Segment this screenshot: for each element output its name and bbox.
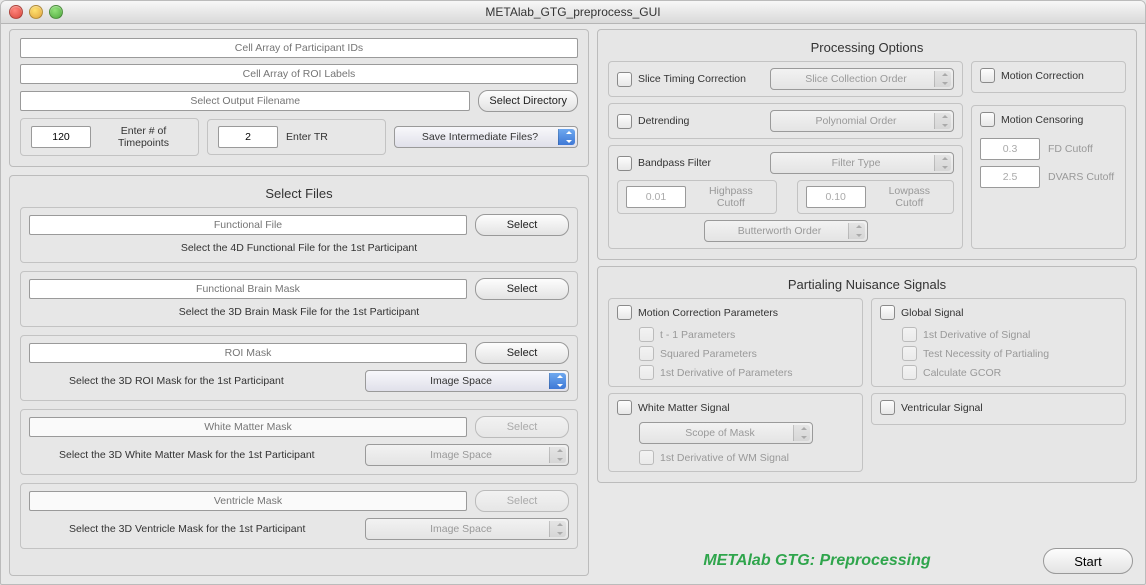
- wm-mask-group: Select Select the 3D White Matter Mask f…: [20, 409, 578, 475]
- lowpass-label: Lowpass Cutoff: [874, 185, 945, 209]
- lowpass-input: [806, 186, 866, 208]
- minimize-icon[interactable]: [29, 5, 43, 19]
- vent-mask-input: [29, 491, 467, 511]
- roi-mask-input[interactable]: [29, 343, 467, 363]
- ventricular-signal-check[interactable]: Ventricular Signal: [880, 400, 983, 415]
- global-signal-group: Global Signal 1st Derivative of Signal T…: [871, 298, 1126, 387]
- processing-options-title: Processing Options: [608, 40, 1126, 55]
- timepoints-input[interactable]: [31, 126, 91, 148]
- participant-ids-input[interactable]: [20, 38, 578, 58]
- app-window: METAlab_GTG_preprocess_GUI Select Direct…: [0, 0, 1146, 585]
- ventricular-signal-group: Ventricular Signal: [871, 393, 1126, 425]
- output-filename-input[interactable]: [20, 91, 470, 111]
- wm-signal-check[interactable]: White Matter Signal: [617, 400, 730, 415]
- poly-order-popup: Polynomial Order: [770, 110, 954, 132]
- wm-deriv-check: 1st Derivative of WM Signal: [639, 450, 854, 465]
- fd-cutoff-input: [980, 138, 1040, 160]
- partialing-panel: Partialing Nuisance Signals Motion Corre…: [597, 266, 1137, 483]
- squared-params-check: Squared Parameters: [639, 346, 854, 361]
- functional-file-select-button[interactable]: Select: [475, 214, 569, 236]
- slice-timing-check[interactable]: Slice Timing Correction: [617, 72, 746, 87]
- motion-correction-group: Motion Correction: [971, 61, 1126, 93]
- global-signal-check[interactable]: Global Signal: [880, 305, 963, 320]
- partialing-title: Partialing Nuisance Signals: [608, 277, 1126, 292]
- start-button[interactable]: Start: [1043, 548, 1133, 574]
- motion-params-group: Motion Correction Parameters t - 1 Param…: [608, 298, 863, 387]
- select-files-panel: Select Files Select Select the 4D Functi…: [9, 175, 589, 576]
- brand-text: METAlab GTG: Preprocessing: [601, 552, 1033, 570]
- select-directory-button[interactable]: Select Directory: [478, 90, 578, 112]
- motion-correction-check[interactable]: Motion Correction: [980, 68, 1084, 83]
- inputs-panel: Select Directory Enter # of Timepoints E…: [9, 29, 589, 167]
- motion-censoring-check[interactable]: Motion Censoring: [980, 112, 1083, 127]
- dvars-cutoff-input: [980, 166, 1040, 188]
- processing-options-panel: Processing Options Slice Timing Correcti…: [597, 29, 1137, 260]
- vent-mask-helper: Select the 3D Ventricle Mask for the 1st…: [29, 523, 357, 535]
- functional-file-helper: Select the 4D Functional File for the 1s…: [29, 242, 569, 254]
- brain-mask-helper: Select the 3D Brain Mask File for the 1s…: [29, 306, 569, 318]
- fd-cutoff-label: FD Cutoff: [1048, 143, 1093, 155]
- vent-mask-group: Select Select the 3D Ventricle Mask for …: [20, 483, 578, 549]
- t1-params-check: t - 1 Parameters: [639, 327, 854, 342]
- left-column: Select Directory Enter # of Timepoints E…: [9, 29, 589, 576]
- deriv-params-check: 1st Derivative of Parameters: [639, 365, 854, 380]
- dvars-cutoff-label: DVARS Cutoff: [1048, 171, 1114, 183]
- motion-params-check[interactable]: Motion Correction Parameters: [617, 305, 778, 320]
- wm-mask-input: [29, 417, 467, 437]
- close-icon[interactable]: [9, 5, 23, 19]
- select-files-title: Select Files: [20, 186, 578, 201]
- tr-input[interactable]: [218, 126, 278, 148]
- global-deriv-check: 1st Derivative of Signal: [902, 327, 1117, 342]
- roi-mask-group: Select Select the 3D ROI Mask for the 1s…: [20, 335, 578, 401]
- slice-timing-group: Slice Timing Correction Slice Collection…: [608, 61, 963, 97]
- wm-mask-select-button: Select: [475, 416, 569, 438]
- titlebar: METAlab_GTG_preprocess_GUI: [1, 1, 1145, 24]
- wm-signal-group: White Matter Signal Scope of Mask 1st De…: [608, 393, 863, 472]
- tr-label: Enter TR: [286, 131, 328, 143]
- window-title: METAlab_GTG_preprocess_GUI: [1, 5, 1145, 19]
- save-intermediate-popup[interactable]: Save Intermediate Files?: [394, 126, 578, 148]
- footer: METAlab GTG: Preprocessing Start: [597, 548, 1137, 576]
- butterworth-order-popup: Butterworth Order: [704, 220, 868, 242]
- highpass-input: [626, 186, 686, 208]
- global-gcor-check: Calculate GCOR: [902, 365, 1117, 380]
- timepoints-label: Enter # of Timepoints: [99, 125, 188, 149]
- wm-scope-popup: Scope of Mask: [639, 422, 813, 444]
- brain-mask-group: Select Select the 3D Brain Mask File for…: [20, 271, 578, 327]
- global-test-check: Test Necessity of Partialing: [902, 346, 1117, 361]
- vent-mask-space-popup: Image Space: [365, 518, 569, 540]
- bandpass-check[interactable]: Bandpass Filter: [617, 156, 711, 171]
- content: Select Directory Enter # of Timepoints E…: [1, 23, 1145, 584]
- roi-mask-space-popup[interactable]: Image Space: [365, 370, 569, 392]
- slice-order-popup: Slice Collection Order: [770, 68, 954, 90]
- window-controls: [9, 5, 63, 19]
- highpass-label: Highpass Cutoff: [694, 185, 768, 209]
- detrending-check[interactable]: Detrending: [617, 114, 689, 129]
- motion-censoring-group: Motion Censoring FD Cutoff DVARS Cutoff: [971, 105, 1126, 249]
- functional-file-group: Select Select the 4D Functional File for…: [20, 207, 578, 263]
- roi-labels-input[interactable]: [20, 64, 578, 84]
- brain-mask-select-button[interactable]: Select: [475, 278, 569, 300]
- right-column: Processing Options Slice Timing Correcti…: [597, 29, 1137, 576]
- roi-mask-select-button[interactable]: Select: [475, 342, 569, 364]
- wm-mask-space-popup: Image Space: [365, 444, 569, 466]
- filter-type-popup: Filter Type: [770, 152, 954, 174]
- vent-mask-select-button: Select: [475, 490, 569, 512]
- zoom-icon[interactable]: [49, 5, 63, 19]
- detrending-group: Detrending Polynomial Order: [608, 103, 963, 139]
- brain-mask-input[interactable]: [29, 279, 467, 299]
- roi-mask-helper: Select the 3D ROI Mask for the 1st Parti…: [29, 375, 357, 387]
- functional-file-input[interactable]: [29, 215, 467, 235]
- bandpass-group: Bandpass Filter Filter Type Highpass Cut…: [608, 145, 963, 249]
- wm-mask-helper: Select the 3D White Matter Mask for the …: [29, 449, 357, 461]
